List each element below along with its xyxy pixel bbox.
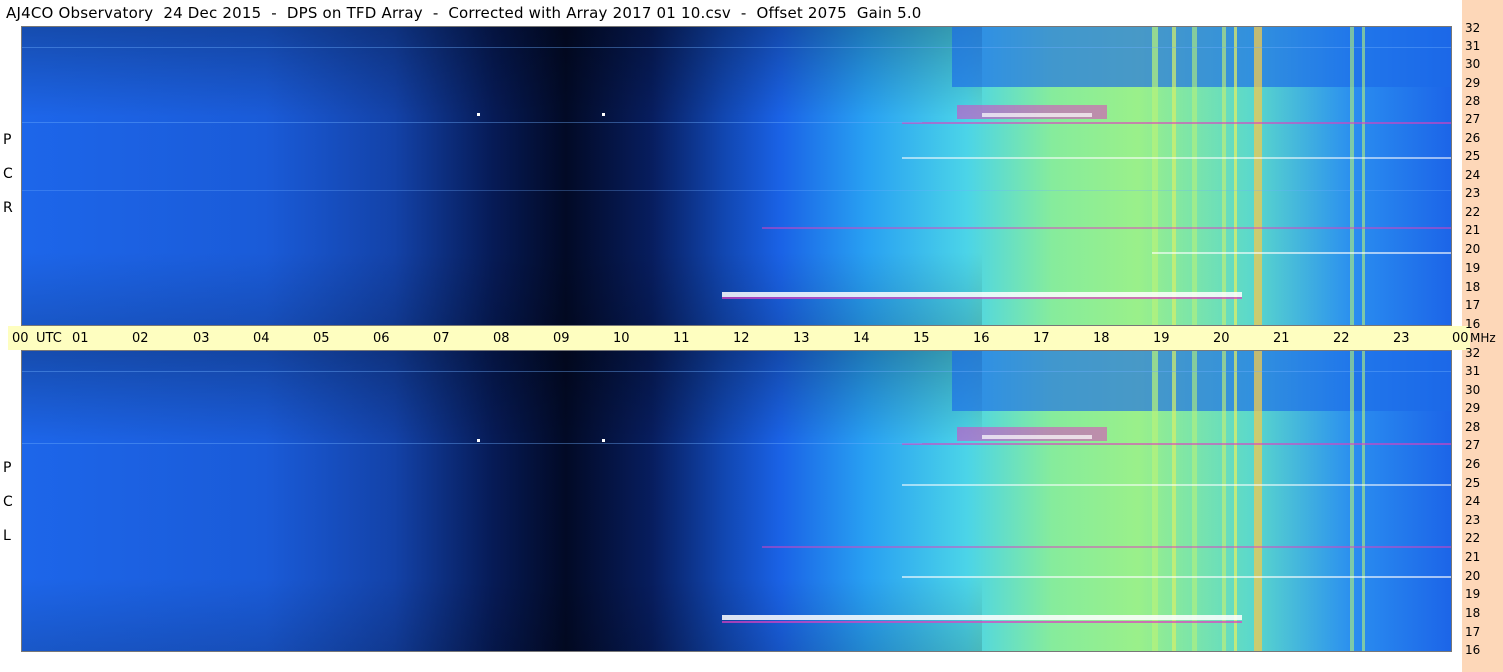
freq-label: 20 [1465, 569, 1481, 583]
freq-label: 32 [1465, 21, 1481, 35]
freq-label: 29 [1465, 76, 1481, 90]
freq-label: 28 [1465, 420, 1481, 434]
lcp-label-strip: P C L [0, 350, 21, 652]
time-label: 22 [1333, 331, 1350, 346]
time-label: 11 [673, 331, 690, 346]
freq-label: 31 [1465, 39, 1481, 53]
page-title: AJ4CO Observatory 24 Dec 2015 - DPS on T… [6, 4, 922, 22]
freq-label: 32 [1465, 346, 1481, 360]
freq-label: 21 [1465, 550, 1481, 564]
time-label: 13 [793, 331, 810, 346]
freq-unit-label: MHz [1470, 331, 1496, 345]
freq-label: 25 [1465, 476, 1481, 490]
time-label: 10 [613, 331, 630, 346]
freq-label: 26 [1465, 457, 1481, 471]
rcp-label-strip: P C R [0, 26, 21, 326]
lcp-letter-c: C [3, 494, 13, 510]
time-label: 04 [253, 331, 270, 346]
rcp-letter-c: C [3, 166, 13, 182]
freq-label: 17 [1465, 625, 1481, 639]
freq-label: 23 [1465, 513, 1481, 527]
freq-label: 18 [1465, 280, 1481, 294]
title-bar: AJ4CO Observatory 24 Dec 2015 - DPS on T… [0, 0, 1462, 26]
time-label: 05 [313, 331, 330, 346]
time-label: 20 [1213, 331, 1230, 346]
freq-label: 18 [1465, 606, 1481, 620]
time-label: 08 [493, 331, 510, 346]
time-label: 02 [132, 331, 149, 346]
freq-label: 19 [1465, 587, 1481, 601]
lcp-spectrogram [21, 350, 1452, 652]
freq-label: 30 [1465, 57, 1481, 71]
freq-label: 20 [1465, 242, 1481, 256]
freq-label: 24 [1465, 168, 1481, 182]
freq-label: 19 [1465, 261, 1481, 275]
freq-label: 24 [1465, 494, 1481, 508]
time-label: 17 [1033, 331, 1050, 346]
freq-label: 22 [1465, 205, 1481, 219]
time-label: 21 [1273, 331, 1290, 346]
time-label-utc: UTC [36, 331, 62, 346]
lcp-spectrogram-image [22, 351, 1451, 651]
freq-label: 26 [1465, 131, 1481, 145]
freq-label: 16 [1465, 317, 1481, 331]
lcp-letter-p: P [3, 460, 12, 476]
time-label: 00 [1452, 331, 1469, 346]
time-label: 09 [553, 331, 570, 346]
rcp-letter-p: R [3, 200, 13, 216]
rcp-spectrogram-image [22, 27, 1451, 325]
time-label: 06 [373, 331, 390, 346]
time-axis: 00 UTC 01 02 03 04 05 06 07 08 09 10 11 … [8, 326, 1496, 350]
freq-label: 16 [1465, 643, 1481, 657]
time-label: 14 [853, 331, 870, 346]
time-label: 15 [913, 331, 930, 346]
rcp-letter-r: P [3, 132, 12, 148]
time-label: 18 [1093, 331, 1110, 346]
freq-label: 27 [1465, 438, 1481, 452]
time-label: 07 [433, 331, 450, 346]
freq-label: 22 [1465, 531, 1481, 545]
lcp-letter-l: L [3, 528, 11, 544]
freq-label: 27 [1465, 112, 1481, 126]
freq-label: 21 [1465, 223, 1481, 237]
freq-label: 17 [1465, 298, 1481, 312]
freq-label: 23 [1465, 186, 1481, 200]
time-label: 23 [1393, 331, 1410, 346]
freq-label: 29 [1465, 401, 1481, 415]
time-label: 12 [733, 331, 750, 346]
rcp-spectrogram [21, 26, 1452, 326]
time-label: 01 [72, 331, 89, 346]
time-label: 03 [193, 331, 210, 346]
freq-label: 28 [1465, 94, 1481, 108]
time-label: 00 [12, 331, 29, 346]
freq-label: 30 [1465, 383, 1481, 397]
time-label: 16 [973, 331, 990, 346]
time-label: 19 [1153, 331, 1170, 346]
freq-label: 25 [1465, 149, 1481, 163]
freq-label: 31 [1465, 364, 1481, 378]
